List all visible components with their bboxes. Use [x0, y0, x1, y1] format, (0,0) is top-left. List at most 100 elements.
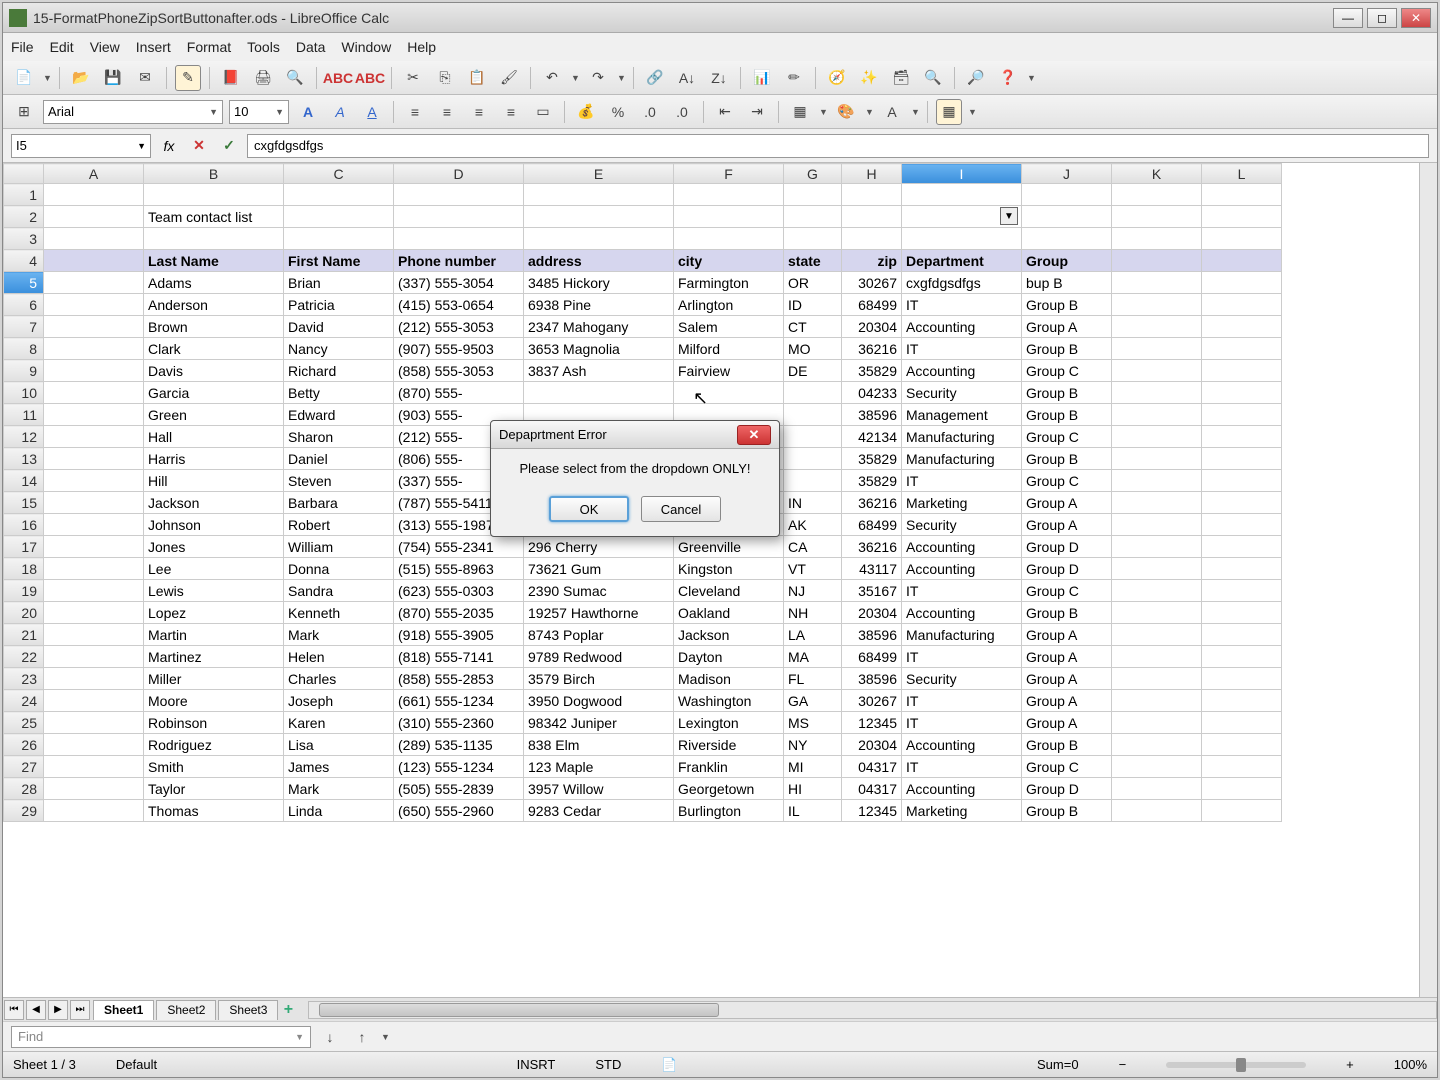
cell-I11[interactable]: Management [902, 404, 1022, 426]
cell-D2[interactable] [394, 206, 524, 228]
cell-L11[interactable] [1202, 404, 1282, 426]
cell-E24[interactable]: 3950 Dogwood [524, 690, 674, 712]
cell-D10[interactable]: (870) 555- [394, 382, 524, 404]
row-header-9[interactable]: 9 [4, 360, 44, 382]
cell-C5[interactable]: Brian [284, 272, 394, 294]
row-header-20[interactable]: 20 [4, 602, 44, 624]
cell-I8[interactable]: IT [902, 338, 1022, 360]
cell-J1[interactable] [1022, 184, 1112, 206]
cell-G28[interactable]: HI [784, 778, 842, 800]
function-wizard-icon[interactable]: fx [157, 134, 181, 158]
cell-I20[interactable]: Accounting [902, 602, 1022, 624]
cell-H22[interactable]: 68499 [842, 646, 902, 668]
cell-J5[interactable]: bup B [1022, 272, 1112, 294]
cell-K16[interactable] [1112, 514, 1202, 536]
row-header-24[interactable]: 24 [4, 690, 44, 712]
cell-K22[interactable] [1112, 646, 1202, 668]
cell-A26[interactable] [44, 734, 144, 756]
cell-C26[interactable]: Lisa [284, 734, 394, 756]
cell-G15[interactable]: IN [784, 492, 842, 514]
cell-G20[interactable]: NH [784, 602, 842, 624]
cell-E2[interactable] [524, 206, 674, 228]
cell-J29[interactable]: Group B [1022, 800, 1112, 822]
cell-G29[interactable]: IL [784, 800, 842, 822]
cell-B2[interactable]: Team contact list [144, 206, 284, 228]
row-header-23[interactable]: 23 [4, 668, 44, 690]
cell-L18[interactable] [1202, 558, 1282, 580]
cell-L1[interactable] [1202, 184, 1282, 206]
zoom-icon[interactable]: 🔍 [920, 65, 946, 91]
cell-G8[interactable]: MO [784, 338, 842, 360]
cell-K12[interactable] [1112, 426, 1202, 448]
cell-H26[interactable]: 20304 [842, 734, 902, 756]
cell-L21[interactable] [1202, 624, 1282, 646]
cell-G17[interactable]: CA [784, 536, 842, 558]
cell-C9[interactable]: Richard [284, 360, 394, 382]
cell-C28[interactable]: Mark [284, 778, 394, 800]
cell-A27[interactable] [44, 756, 144, 778]
cell-B4[interactable]: Last Name [144, 250, 284, 272]
zoom-out-icon[interactable]: − [1119, 1057, 1127, 1072]
align-right-icon[interactable]: ≡ [466, 99, 492, 125]
cell-J23[interactable]: Group A [1022, 668, 1112, 690]
new-doc-icon[interactable]: 📄 [11, 65, 37, 91]
format-paint-icon[interactable]: 🖌 [496, 65, 522, 91]
cell-L28[interactable] [1202, 778, 1282, 800]
cell-H24[interactable]: 30267 [842, 690, 902, 712]
cell-H29[interactable]: 12345 [842, 800, 902, 822]
cut-icon[interactable]: ✂ [400, 65, 426, 91]
cell-E18[interactable]: 73621 Gum [524, 558, 674, 580]
cell-G6[interactable]: ID [784, 294, 842, 316]
cell-B7[interactable]: Brown [144, 316, 284, 338]
cell-B3[interactable] [144, 228, 284, 250]
status-zoom[interactable]: 100% [1394, 1057, 1427, 1072]
cell-C19[interactable]: Sandra [284, 580, 394, 602]
cell-E27[interactable]: 123 Maple [524, 756, 674, 778]
cell-E10[interactable] [524, 382, 674, 404]
cell-K8[interactable] [1112, 338, 1202, 360]
currency-icon[interactable]: 💰 [573, 99, 599, 125]
cell-C22[interactable]: Helen [284, 646, 394, 668]
cell-L5[interactable] [1202, 272, 1282, 294]
preview-icon[interactable]: 🔍 [282, 65, 308, 91]
remove-decimal-icon[interactable]: .0 [669, 99, 695, 125]
cell-H25[interactable]: 12345 [842, 712, 902, 734]
cell-C12[interactable]: Sharon [284, 426, 394, 448]
cell-A17[interactable] [44, 536, 144, 558]
increase-indent-icon[interactable]: ⇥ [744, 99, 770, 125]
row-header-3[interactable]: 3 [4, 228, 44, 250]
cell-I14[interactable]: IT [902, 470, 1022, 492]
cell-G18[interactable]: VT [784, 558, 842, 580]
cell-D7[interactable]: (212) 555-3053 [394, 316, 524, 338]
cell-J12[interactable]: Group C [1022, 426, 1112, 448]
cell-E19[interactable]: 2390 Sumac [524, 580, 674, 602]
cell-E5[interactable]: 3485 Hickory [524, 272, 674, 294]
col-header-H[interactable]: H [842, 164, 902, 184]
cell-G7[interactable]: CT [784, 316, 842, 338]
cell-F18[interactable]: Kingston [674, 558, 784, 580]
cell-L12[interactable] [1202, 426, 1282, 448]
cell-B1[interactable] [144, 184, 284, 206]
cell-G3[interactable] [784, 228, 842, 250]
cell-B20[interactable]: Lopez [144, 602, 284, 624]
cell-J16[interactable]: Group A [1022, 514, 1112, 536]
cell-H15[interactable]: 36216 [842, 492, 902, 514]
cell-F28[interactable]: Georgetown [674, 778, 784, 800]
cell-G13[interactable] [784, 448, 842, 470]
col-header-E[interactable]: E [524, 164, 674, 184]
cell-H8[interactable]: 36216 [842, 338, 902, 360]
cell-L7[interactable] [1202, 316, 1282, 338]
cell-I13[interactable]: Manufacturing [902, 448, 1022, 470]
cell-A22[interactable] [44, 646, 144, 668]
cell-I10[interactable]: Security [902, 382, 1022, 404]
sheet-tab-sheet2[interactable]: Sheet2 [156, 1000, 216, 1020]
pdf-icon[interactable]: 📕 [218, 65, 244, 91]
cell-J20[interactable]: Group B [1022, 602, 1112, 624]
cell-G10[interactable] [784, 382, 842, 404]
cell-C14[interactable]: Steven [284, 470, 394, 492]
cell-C13[interactable]: Daniel [284, 448, 394, 470]
col-header-D[interactable]: D [394, 164, 524, 184]
cell-D21[interactable]: (918) 555-3905 [394, 624, 524, 646]
cell-I26[interactable]: Accounting [902, 734, 1022, 756]
sheet-tab-sheet1[interactable]: Sheet1 [93, 1000, 154, 1020]
